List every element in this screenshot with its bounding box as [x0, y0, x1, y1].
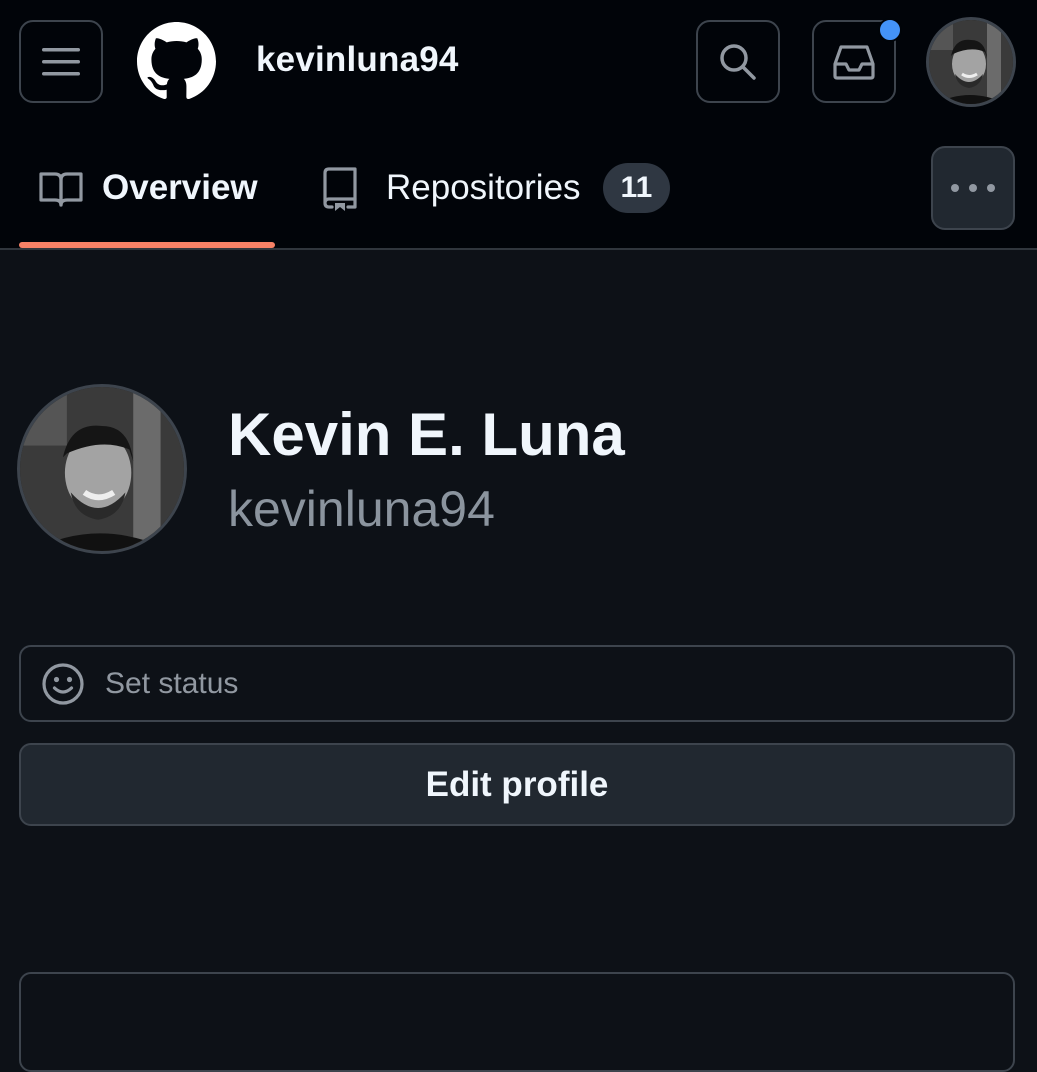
header-username[interactable]: kevinluna94: [256, 40, 459, 80]
kebab-horizontal-icon: [951, 184, 995, 192]
profile-card: [19, 972, 1015, 1072]
profile-login: kevinluna94: [228, 481, 495, 537]
tab-overview-label: Overview: [102, 168, 258, 207]
avatar: [929, 20, 1013, 104]
set-status-button[interactable]: Set status: [19, 645, 1015, 722]
profile-full-name: Kevin E. Luna: [228, 401, 625, 468]
edit-profile-button[interactable]: Edit profile: [19, 743, 1015, 826]
search-button[interactable]: [696, 20, 780, 103]
selected-tab-indicator: [19, 242, 275, 248]
hamburger-menu-icon: [42, 47, 80, 75]
tab-repositories[interactable]: Repositories 11: [320, 160, 671, 216]
tab-overview[interactable]: Overview: [38, 160, 258, 216]
repo-icon: [323, 167, 357, 211]
user-avatar-menu[interactable]: [926, 17, 1016, 107]
repositories-count-badge: 11: [602, 163, 671, 213]
book-icon: [39, 172, 83, 207]
avatar: [20, 387, 184, 551]
inbox-icon: [833, 44, 875, 80]
profile-avatar[interactable]: [17, 384, 187, 554]
set-status-label: Set status: [105, 666, 239, 700]
search-icon: [720, 43, 756, 80]
more-options-button[interactable]: [931, 146, 1015, 230]
tab-repositories-label: Repositories: [386, 168, 581, 207]
notification-indicator: [878, 18, 902, 42]
github-mark-icon[interactable]: [137, 22, 216, 101]
smiley-icon: [42, 662, 84, 705]
menu-button[interactable]: [19, 20, 103, 103]
